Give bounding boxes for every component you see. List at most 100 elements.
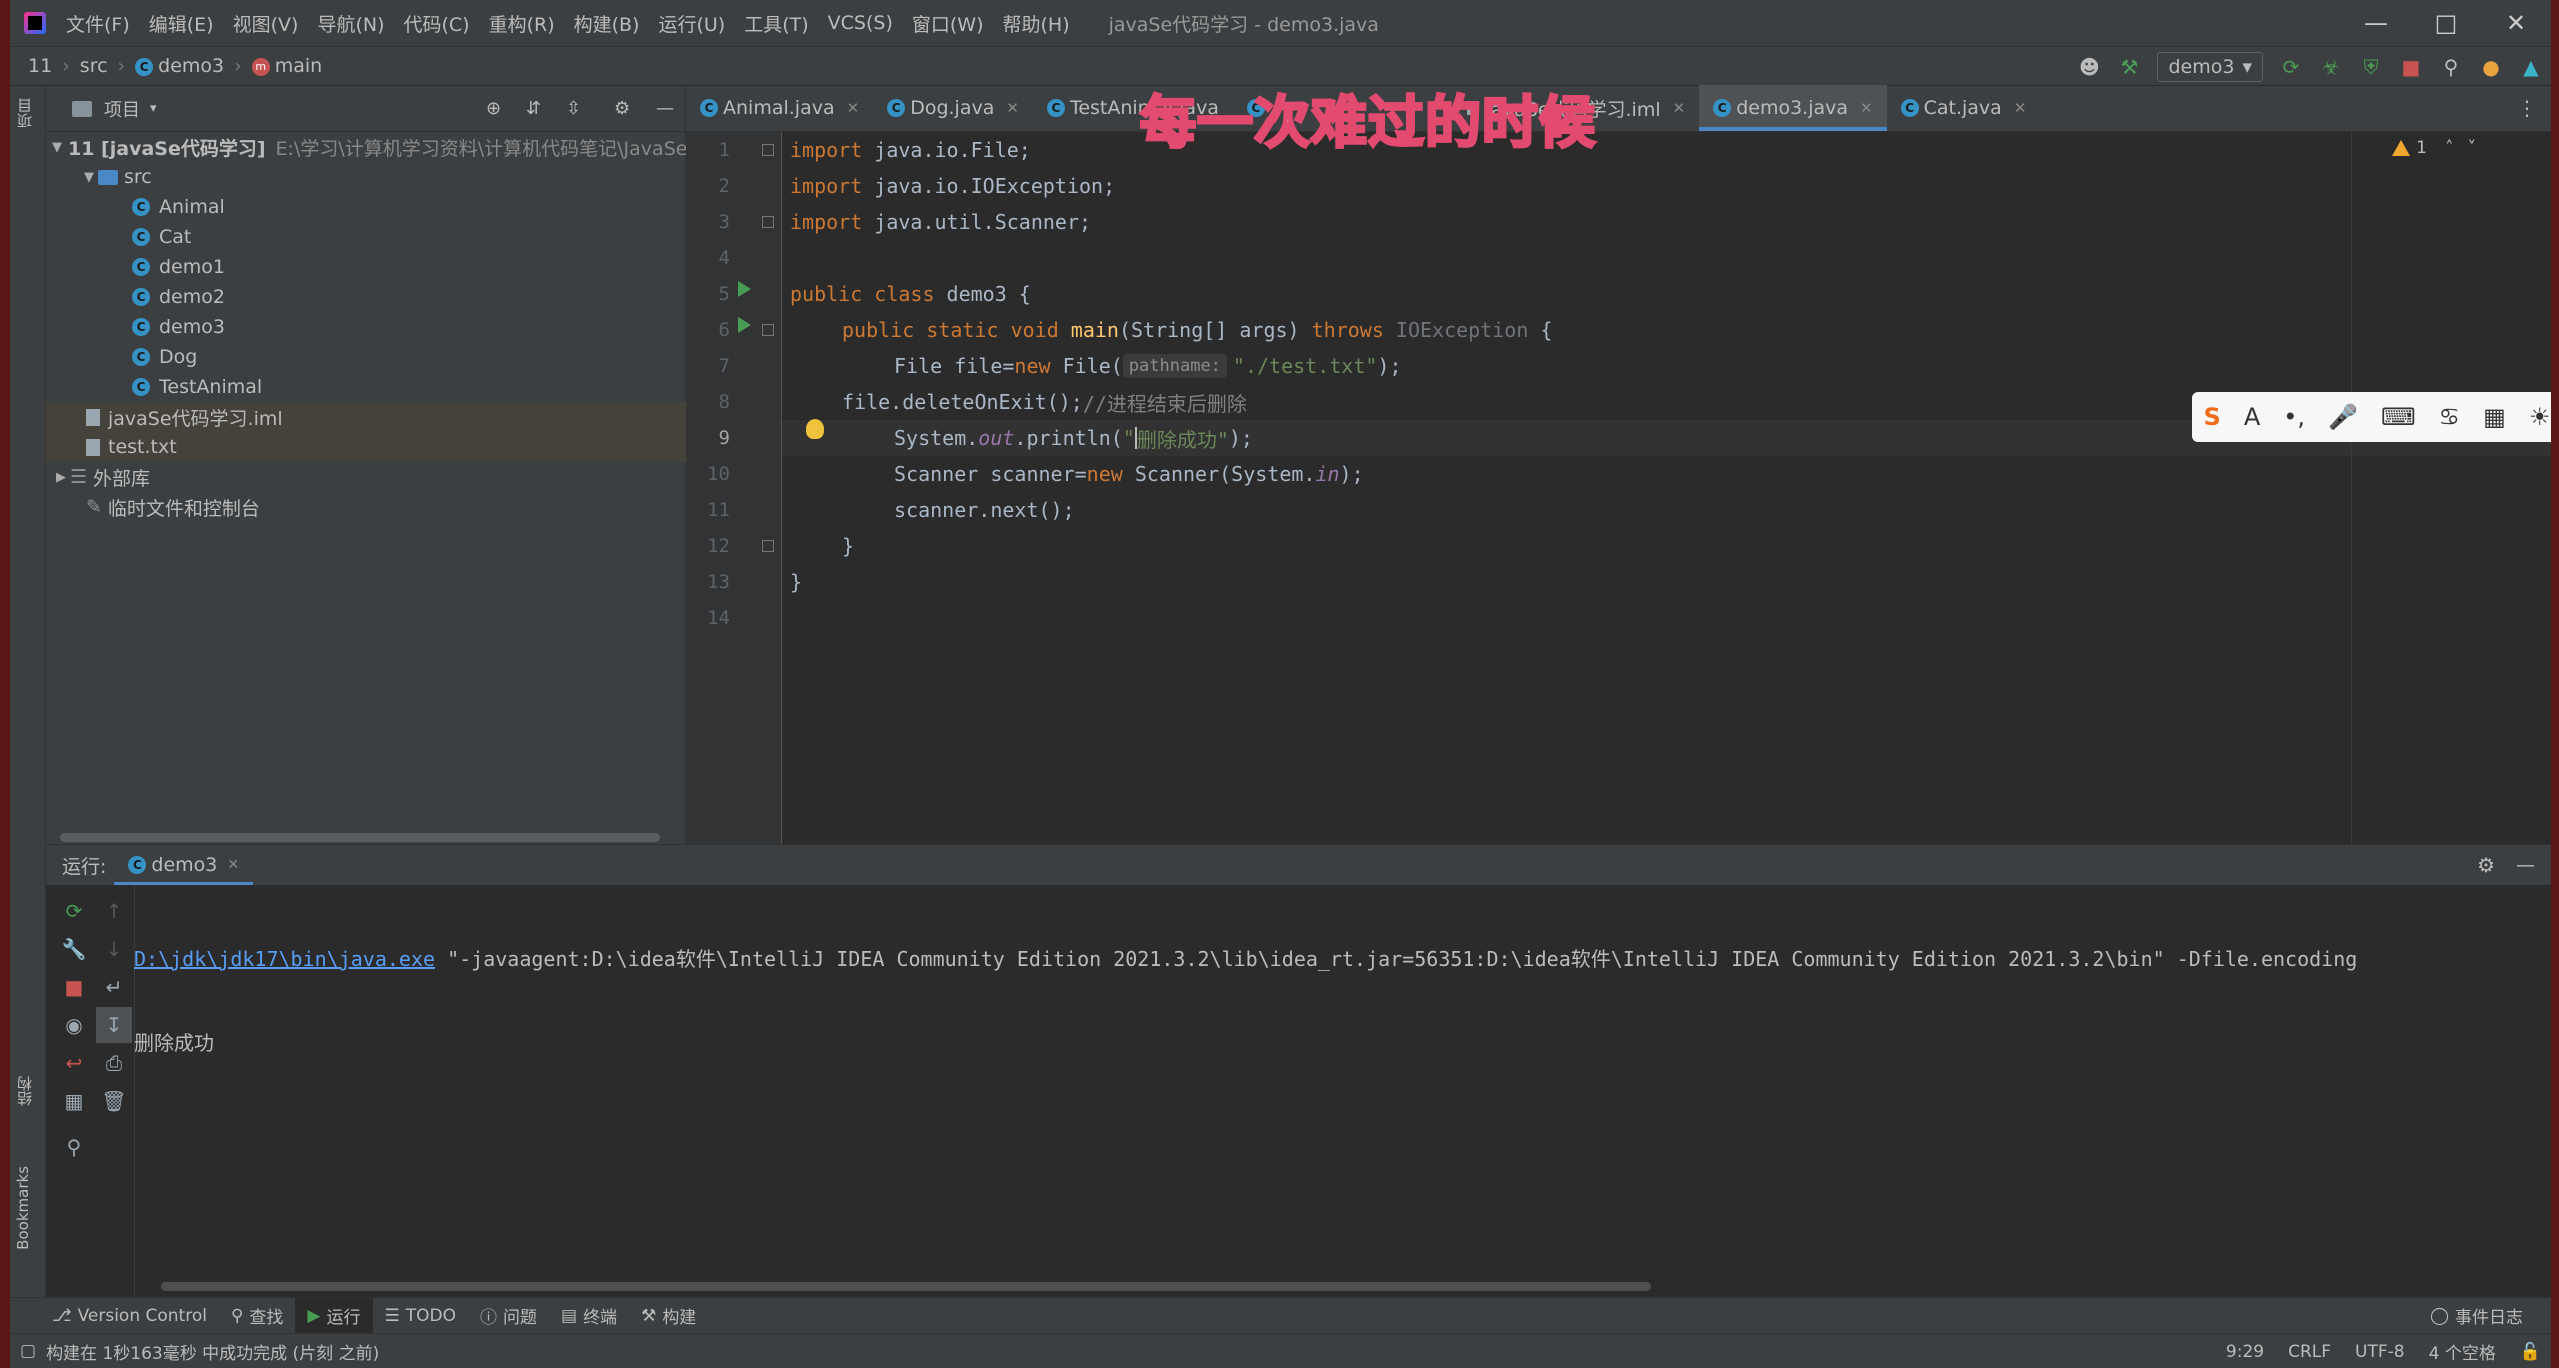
exit-icon[interactable]: ↩	[56, 1045, 92, 1081]
tab-animal[interactable]: C Animal.java ✕	[686, 85, 873, 131]
close-icon[interactable]: ✕	[2014, 99, 2027, 117]
fold-icon[interactable]	[762, 324, 774, 336]
chevron-down-icon[interactable]: ▼	[80, 170, 98, 185]
close-icon[interactable]: ✕	[1673, 99, 1686, 117]
breadcrumb-method[interactable]: m main	[251, 55, 322, 77]
menu-window[interactable]: 窗口(W)	[912, 10, 984, 37]
menu-build[interactable]: 构建(B)	[574, 10, 640, 37]
file-encoding[interactable]: UTF-8	[2355, 1342, 2405, 1362]
menu-code[interactable]: 代码(C)	[403, 10, 469, 37]
lock-icon[interactable]: 🔓	[2520, 1342, 2541, 1362]
chevron-up-icon[interactable]: ˄	[2445, 138, 2454, 158]
close-icon[interactable]: ✕	[1860, 99, 1873, 117]
tree-root[interactable]: ▼ 11 [javaSe代码学习] E:\学习\计算机学习资料\计算机代码笔记\…	[46, 132, 694, 162]
stop-icon[interactable]: ■	[56, 969, 92, 1005]
tree-class-item[interactable]: Cdemo2	[46, 282, 686, 312]
locate-target-icon[interactable]: ⊕	[486, 98, 501, 119]
tab-dog[interactable]: C Dog.java ✕	[873, 85, 1033, 131]
lightbulb-icon[interactable]	[806, 419, 824, 439]
code-with-me-icon[interactable]: ▲	[2511, 47, 2551, 87]
breadcrumb-file[interactable]: Cdemo3	[135, 55, 224, 77]
run-main-icon[interactable]	[738, 317, 751, 333]
print-icon[interactable]: ⎙	[96, 1045, 132, 1081]
tab-cat[interactable]: C Cat.java ✕	[1887, 85, 2041, 131]
expand-all-icon[interactable]: ⇵	[526, 98, 541, 119]
account-icon[interactable]: ☻	[2069, 47, 2109, 87]
tab-demo3[interactable]: Cdemo3.java ✕	[1699, 85, 1888, 131]
menu-tools[interactable]: 工具(T)	[744, 10, 808, 37]
search-icon[interactable]: ⚲	[2431, 47, 2471, 87]
indent-setting[interactable]: 4 个空格	[2429, 1339, 2496, 1364]
stop-icon[interactable]: ■	[2391, 47, 2431, 87]
stripe-structure-button[interactable]: 结构	[14, 1076, 35, 1106]
tree-external-libraries[interactable]: ▶ ☰ 外部库	[46, 462, 686, 492]
java-exe-link[interactable]: D:\jdk\jdk17\bin\java.exe	[134, 947, 435, 971]
tree-file-item[interactable]: javaSe代码学习.iml	[46, 402, 686, 432]
trash-icon[interactable]: 🗑	[96, 1083, 132, 1119]
inspection-widget[interactable]: 1 ˄ ˅	[2392, 138, 2476, 158]
breadcrumb-project[interactable]: 11	[28, 55, 52, 77]
tree-class-item[interactable]: Cdemo3	[46, 312, 686, 342]
menu-help[interactable]: 帮助(H)	[1003, 10, 1070, 37]
console-output[interactable]: D:\jdk\jdk17\bin\java.exe "-javaagent:D:…	[134, 893, 2357, 1109]
grid-icon[interactable]: ▦	[2483, 403, 2506, 431]
font-icon[interactable]: A	[2244, 403, 2260, 431]
stripe-project-button[interactable]: 项目	[14, 98, 35, 128]
gear-icon[interactable]: ⚙	[614, 98, 630, 119]
tool-event-log[interactable]: ◯ 事件日志	[2418, 1298, 2535, 1334]
code-area[interactable]: import java.io.File; import java.io.IOEx…	[782, 132, 2551, 844]
tree-file-item[interactable]: test.txt	[46, 432, 686, 462]
arrow-down-icon[interactable]: ↓	[96, 931, 132, 967]
run-configuration-select[interactable]: demo3 ▾	[2157, 52, 2263, 82]
console-horizontal-scrollbar[interactable]	[161, 1282, 1651, 1291]
run-tab-demo3[interactable]: C demo3 ✕	[114, 845, 253, 885]
run-class-icon[interactable]	[738, 281, 751, 297]
maximize-icon[interactable]: □	[2411, 0, 2481, 46]
project-panel-title[interactable]: 项目	[104, 96, 140, 122]
line-separator[interactable]: CRLF	[2288, 1342, 2331, 1362]
panel-toggle-icon[interactable]: ▢	[20, 1341, 36, 1361]
breadcrumb-folder[interactable]: src	[80, 55, 108, 77]
close-icon[interactable]: ✕	[1006, 99, 1019, 117]
rerun-icon[interactable]: ⟳	[2271, 47, 2311, 87]
rerun-icon[interactable]: ⟳	[56, 893, 92, 929]
wrench-icon[interactable]: 🔧	[56, 931, 92, 967]
collapse-all-icon[interactable]: ⇳	[566, 98, 581, 119]
tool-problems[interactable]: ⓘ 问题	[468, 1298, 549, 1334]
close-icon[interactable]: ✕	[847, 99, 860, 117]
stripe-bookmarks-button[interactable]: Bookmarks	[14, 1166, 32, 1250]
fold-icon[interactable]	[762, 216, 774, 228]
camera-icon[interactable]: ◉	[56, 1007, 92, 1043]
fold-icon[interactable]	[762, 144, 774, 156]
more-tabs-icon[interactable]: ⋮	[2517, 96, 2537, 120]
tool-version-control[interactable]: ⎇ Version Control	[40, 1298, 219, 1334]
mascot-icon[interactable]: ☀	[2529, 403, 2551, 431]
layout-icon[interactable]: ▦	[56, 1083, 92, 1119]
caret-position[interactable]: 9:29	[2226, 1342, 2264, 1362]
close-icon[interactable]: ✕	[227, 857, 239, 873]
update-icon[interactable]: ●	[2471, 47, 2511, 87]
tool-run[interactable]: ▶ 运行	[295, 1297, 373, 1334]
tool-build[interactable]: ⚒ 构建	[629, 1298, 708, 1334]
tool-terminal[interactable]: ▤ 终端	[549, 1298, 629, 1334]
menu-navigate[interactable]: 导航(N)	[317, 10, 384, 37]
chevron-down-icon[interactable]: ▾	[150, 101, 157, 116]
tool-todo[interactable]: ☰ TODO	[373, 1298, 469, 1334]
tree-scratches[interactable]: ✎ 临时文件和控制台	[46, 492, 686, 522]
menu-edit[interactable]: 编辑(E)	[149, 10, 214, 37]
pin-icon[interactable]: ⚲	[56, 1129, 92, 1165]
arrow-up-icon[interactable]: ↑	[96, 893, 132, 929]
tree-class-item[interactable]: C TestAnimal	[46, 372, 686, 402]
menu-file[interactable]: 文件(F)	[66, 10, 130, 37]
tree-class-item[interactable]: C Cat	[46, 222, 686, 252]
menu-vcs[interactable]: VCS(S)	[828, 12, 893, 34]
soft-wrap-icon[interactable]: ↵	[96, 969, 132, 1005]
tool-find[interactable]: ⚲ 查找	[219, 1298, 295, 1334]
scroll-to-end-icon[interactable]: ↧	[96, 1007, 132, 1043]
chevron-right-icon[interactable]: ▶	[52, 470, 70, 485]
status-message[interactable]: 构建在 1秒163毫秒 中成功完成 (片刻 之前)	[46, 1339, 379, 1364]
microphone-icon[interactable]: 🎤	[2328, 403, 2358, 431]
chevron-down-icon[interactable]: ▼	[52, 140, 62, 155]
tree-class-item[interactable]: C Animal	[46, 192, 686, 222]
menu-refactor[interactable]: 重构(R)	[489, 10, 555, 37]
